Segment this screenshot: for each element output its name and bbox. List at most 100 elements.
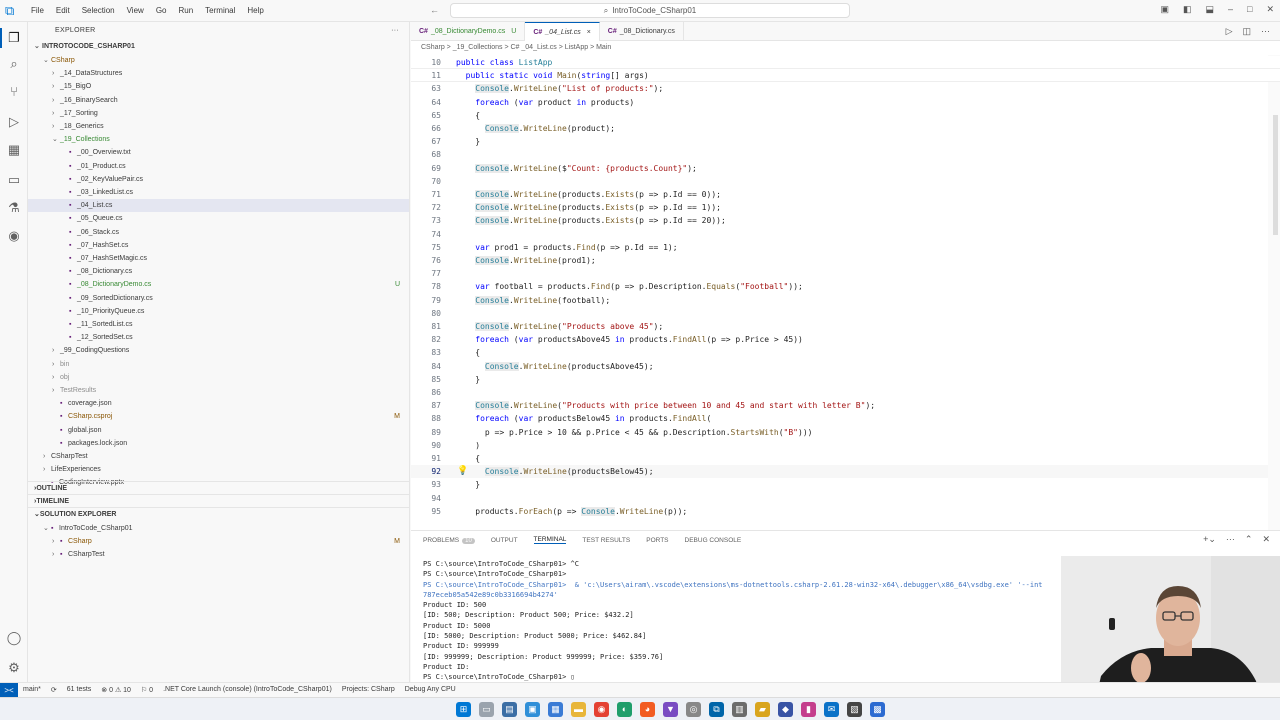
app-icon-9[interactable]: ✉: [824, 702, 839, 717]
tree-item[interactable]: › TestResults: [28, 384, 409, 397]
status-item[interactable]: 61 tests: [62, 686, 97, 694]
tree-item[interactable]: › _15_BigO: [28, 80, 409, 93]
code-line[interactable]: 63 Console.WriteLine("List of products:"…: [411, 82, 1280, 95]
code-line[interactable]: 75 var prod1 = products.Find(p => p.Id =…: [411, 241, 1280, 254]
status-item[interactable]: ⟳: [46, 686, 62, 694]
solution-item[interactable]: ⌄ ▪ IntroToCode_CSharp01: [28, 522, 409, 535]
maximize-panel-icon[interactable]: ⌃: [1245, 534, 1253, 545]
app-icon-11[interactable]: ▩: [870, 702, 885, 717]
menu-view[interactable]: View: [121, 6, 150, 15]
panel-tab-debug-console[interactable]: DEBUG CONSOLE: [685, 537, 742, 544]
menu-run[interactable]: Run: [172, 6, 199, 15]
app-icon-4[interactable]: ◎: [686, 702, 701, 717]
edge-icon[interactable]: ◐: [617, 702, 632, 717]
code-line[interactable]: 66 Console.WriteLine(product);: [411, 122, 1280, 135]
windows-start-icon[interactable]: ⊞: [456, 702, 471, 717]
chrome-icon[interactable]: ◉: [594, 702, 609, 717]
app-icon-3[interactable]: ▼: [663, 702, 678, 717]
tree-item[interactable]: › bin: [28, 358, 409, 371]
code-line[interactable]: 91 {: [411, 452, 1280, 465]
scrollbar-thumb[interactable]: [1273, 115, 1278, 235]
sidebar-toggle-icon[interactable]: ◧: [1183, 4, 1192, 15]
extensions-icon[interactable]: ▦: [6, 142, 22, 158]
code-line[interactable]: 88 foreach (var productsBelow45 in produ…: [411, 412, 1280, 425]
tree-item[interactable]: › _14_DataStructures: [28, 67, 409, 80]
tree-item[interactable]: › _16_BinarySearch: [28, 94, 409, 107]
run-icon[interactable]: ▷: [1226, 26, 1233, 37]
code-line[interactable]: 73 Console.WriteLine(products.Exists(p =…: [411, 214, 1280, 227]
code-line[interactable]: 69 Console.WriteLine($"Count: {products.…: [411, 162, 1280, 175]
minimize-icon[interactable]: –: [1228, 4, 1233, 15]
tree-item[interactable]: ▪ _03_LinkedList.cs: [28, 186, 409, 199]
tree-item[interactable]: ⌄ _19_Collections: [28, 133, 409, 146]
tree-item[interactable]: ▪ _05_Queue.cs: [28, 212, 409, 225]
app-icon-6[interactable]: ▰: [755, 702, 770, 717]
code-line[interactable]: 76 Console.WriteLine(prod1);: [411, 254, 1280, 267]
vscode-taskbar-icon[interactable]: ⧉: [709, 702, 724, 717]
code-line[interactable]: 79 Console.WriteLine(football);: [411, 294, 1280, 307]
more-actions-icon[interactable]: ···: [391, 22, 399, 40]
source-control-icon[interactable]: ⑂: [6, 84, 22, 100]
tree-item[interactable]: ▪ _00_Overview.txt: [28, 146, 409, 159]
app-icon-1[interactable]: ▣: [525, 702, 540, 717]
status-item[interactable]: ⊗ 0 ⚠ 10: [96, 686, 136, 694]
status-item[interactable]: Debug Any CPU: [400, 686, 461, 694]
editor-tab[interactable]: C# _08_DictionaryDemo.cs U: [411, 22, 526, 41]
tree-item[interactable]: ▪ _07_HashSet.cs: [28, 239, 409, 252]
code-editor[interactable]: 10 public class ListApp 11 public static v…: [411, 55, 1280, 530]
menu-terminal[interactable]: Terminal: [199, 6, 241, 15]
section-outline[interactable]: ›OUTLINE: [28, 481, 409, 494]
run-debug-icon[interactable]: ▷: [6, 114, 22, 130]
back-icon[interactable]: ←: [430, 5, 439, 15]
tree-item[interactable]: › _17_Sorting: [28, 107, 409, 120]
panel-toggle-icon[interactable]: ⬓: [1205, 4, 1214, 15]
new-terminal-icon[interactable]: +⌄: [1203, 534, 1216, 545]
tree-item[interactable]: ▪ _11_SortedList.cs: [28, 318, 409, 331]
tree-item[interactable]: ▪ _07_HashSetMagic.cs: [28, 252, 409, 265]
status-item[interactable]: ⚐ 0: [136, 686, 158, 694]
panel-more-icon[interactable]: ···: [1226, 534, 1235, 545]
code-line[interactable]: 78 var football = products.Find(p => p.D…: [411, 280, 1280, 293]
code-line[interactable]: 92 💡 Console.WriteLine(productsBelow45);: [411, 465, 1280, 479]
tree-item[interactable]: ▪ global.json: [28, 424, 409, 437]
remote-indicator[interactable]: ><: [0, 682, 18, 698]
code-line[interactable]: 68: [411, 148, 1280, 161]
remote-explorer-icon[interactable]: ▭: [6, 172, 22, 188]
tree-item[interactable]: ▪ _04_List.cs: [28, 199, 409, 213]
workspace-root[interactable]: ⌄ INTROTOCODE_CSHARP01: [28, 40, 409, 53]
code-line[interactable]: 81 Console.WriteLine("Products above 45"…: [411, 320, 1280, 333]
menu-selection[interactable]: Selection: [76, 6, 121, 15]
status-item[interactable]: Projects: CSharp: [337, 686, 400, 694]
editor-more-icon[interactable]: ···: [1261, 26, 1270, 37]
editor-tab[interactable]: C# _04_List.cs ×: [525, 22, 600, 41]
code-line[interactable]: 80: [411, 307, 1280, 320]
tree-item[interactable]: ▪ packages.lock.json: [28, 437, 409, 450]
code-line[interactable]: 93 }: [411, 478, 1280, 491]
testing-icon[interactable]: ⚗: [6, 200, 22, 216]
status-item[interactable]: .NET Core Launch (console) (IntroToCode_…: [158, 686, 337, 694]
firefox-icon[interactable]: ◕: [640, 702, 655, 717]
panel-tab-ports[interactable]: PORTS: [646, 537, 668, 544]
section-timeline[interactable]: ›TIMELINE: [28, 494, 409, 507]
tree-item[interactable]: ▪ _08_DictionaryDemo.cs U: [28, 278, 409, 291]
app-icon-8[interactable]: ▮: [801, 702, 816, 717]
tree-item[interactable]: ▪ coverage.json: [28, 397, 409, 410]
terminal-output[interactable]: PS C:\source\IntroToCode_CSharp01> ^C PS …: [423, 559, 1063, 683]
app-icon-5[interactable]: ▥: [732, 702, 747, 717]
code-line[interactable]: 85 }: [411, 373, 1280, 386]
code-line[interactable]: 90 ): [411, 439, 1280, 452]
code-line[interactable]: 72 Console.WriteLine(products.Exists(p =…: [411, 201, 1280, 214]
solution-item[interactable]: › ▪ CSharp M: [28, 535, 409, 548]
code-line[interactable]: 67 }: [411, 135, 1280, 148]
menu-help[interactable]: Help: [241, 6, 269, 15]
tree-item[interactable]: ▪ _12_SortedSet.cs: [28, 331, 409, 344]
code-line[interactable]: 77: [411, 267, 1280, 280]
code-line[interactable]: 82 foreach (var productsAbove45 in produ…: [411, 333, 1280, 346]
tree-item[interactable]: ▪ _09_SortedDictionary.cs: [28, 292, 409, 305]
editor-tab[interactable]: C# _08_Dictionary.cs: [600, 22, 684, 41]
panel-tab-output[interactable]: OUTPUT: [491, 537, 518, 544]
breadcrumb[interactable]: CSharp > _19_Collections > C# _04_List.c…: [411, 41, 1280, 55]
panel-tab-problems[interactable]: PROBLEMS 10: [423, 537, 475, 544]
code-line[interactable]: 87 Console.WriteLine("Products with pric…: [411, 399, 1280, 412]
tree-item[interactable]: ▪ CSharp.csproj M: [28, 410, 409, 423]
